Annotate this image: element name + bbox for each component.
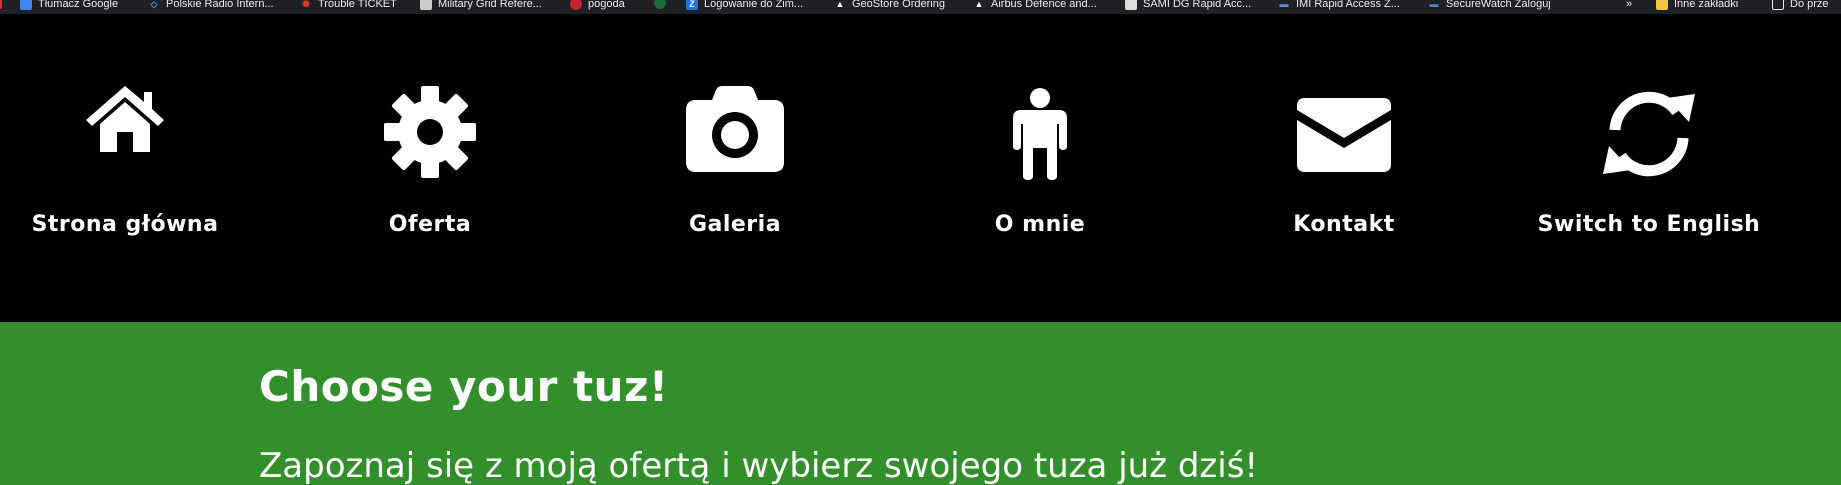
bookmark-sami[interactable]: SAMI DG Rapid Acc... xyxy=(1125,0,1251,11)
bookmark-military-grid[interactable]: Military Grid Refere... xyxy=(420,0,542,11)
nav-item-home[interactable]: Strona główna xyxy=(0,14,275,322)
nav-label: Galeria xyxy=(688,212,782,237)
bookmark-airbus[interactable]: ▲ Airbus Defence and... xyxy=(973,0,1097,11)
reading-list-button[interactable]: Do prze xyxy=(1772,0,1829,11)
nav-item-offer[interactable]: Oferta xyxy=(280,14,580,322)
bookmark-label: Trouble TICKET xyxy=(318,0,397,10)
imi-icon: ▬ xyxy=(1279,0,1289,9)
bookmarks-overflow-button[interactable]: » xyxy=(1626,0,1632,11)
nav-label: Kontakt xyxy=(1293,212,1395,237)
bookmark-label: GeoStore Ordering xyxy=(852,0,945,10)
airbus-icon: ▲ xyxy=(835,0,845,9)
military-grid-icon xyxy=(420,0,432,10)
nav-label: O mnie xyxy=(994,212,1086,237)
app-icon xyxy=(0,0,2,9)
bookmark-label: Airbus Defence and... xyxy=(991,0,1097,10)
bookmark-geostore[interactable]: ▲ GeoStore Ordering xyxy=(834,0,945,11)
bookmarks-bar: Tłumacz Google ◇ Polskie Radio Intern...… xyxy=(0,0,1841,14)
gear-icon xyxy=(384,86,476,178)
bookmark-label: pogoda xyxy=(588,0,625,10)
folder-icon xyxy=(1656,0,1668,10)
nav-item-contact[interactable]: Kontakt xyxy=(1194,14,1494,322)
eu-agency-icon xyxy=(654,0,666,9)
overflow-chevron-icon: » xyxy=(1626,0,1633,10)
sami-icon xyxy=(1125,0,1137,10)
airbus-icon: ▲ xyxy=(974,0,984,9)
bookmark-item[interactable] xyxy=(0,0,2,9)
bookmark-label: Logowanie do Zim... xyxy=(704,0,804,10)
nav-item-about[interactable]: O mnie xyxy=(890,14,1190,322)
bookmark-label: SAMI DG Rapid Acc... xyxy=(1143,0,1252,10)
pogoda-icon xyxy=(570,0,582,10)
envelope-icon xyxy=(1297,98,1391,172)
bookmark-polskie-radio[interactable]: ◇ Polskie Radio Intern... xyxy=(148,0,274,11)
bookmark-label: Military Grid Refere... xyxy=(438,0,542,10)
bookmark-trouble-ticket[interactable]: ✺ Trouble TICKET xyxy=(300,0,397,11)
sync-icon xyxy=(1603,91,1695,177)
person-icon xyxy=(1013,88,1067,180)
reading-list-icon xyxy=(1772,0,1784,10)
google-translate-icon xyxy=(20,0,32,10)
zimbra-icon: Z xyxy=(686,0,698,10)
bookmark-label: Polskie Radio Intern... xyxy=(166,0,274,10)
bookmark-zimbra[interactable]: Z Logowanie do Zim... xyxy=(686,0,803,11)
bookmark-eu-agency[interactable] xyxy=(654,0,666,9)
hero-section: Choose your tuz! Zapoznaj się z moją ofe… xyxy=(0,322,1841,485)
bookmark-imi[interactable]: ▬ IMI Rapid Access Z... xyxy=(1278,0,1400,11)
bookmark-label: Do prze xyxy=(1790,0,1829,10)
nav-label: Oferta xyxy=(388,212,472,237)
bookmark-pogoda[interactable]: pogoda xyxy=(570,0,625,11)
trouble-ticket-icon: ✺ xyxy=(302,0,310,9)
camera-icon xyxy=(686,86,784,172)
main-navigation: Strona główna Oferta Galeria O mnie Kont… xyxy=(0,14,1841,322)
nav-item-switch-language[interactable]: Switch to English xyxy=(1499,14,1799,322)
polskie-radio-icon: ◇ xyxy=(150,0,158,9)
hero-title: Choose your tuz! xyxy=(259,362,669,411)
nav-label: Switch to English xyxy=(1537,212,1761,237)
hero-subtitle: Zapoznaj się z moją ofertą i wybierz swo… xyxy=(259,446,1259,485)
bookmark-label: Tłumacz Google xyxy=(38,0,119,10)
bookmark-google-translate[interactable]: Tłumacz Google xyxy=(20,0,118,11)
other-bookmarks-folder[interactable]: Inne zakładki xyxy=(1656,0,1738,11)
nav-label: Strona główna xyxy=(31,212,219,237)
bookmark-label: Inne zakładki xyxy=(1674,0,1739,10)
bookmark-label: IMI Rapid Access Z... xyxy=(1296,0,1400,10)
bookmark-label: SecureWatch Zaloguj xyxy=(1446,0,1551,10)
bookmark-securewatch[interactable]: ▬ SecureWatch Zaloguj xyxy=(1428,0,1551,11)
securewatch-icon: ▬ xyxy=(1429,0,1439,9)
home-icon xyxy=(86,86,164,152)
nav-item-gallery[interactable]: Galeria xyxy=(585,14,885,322)
